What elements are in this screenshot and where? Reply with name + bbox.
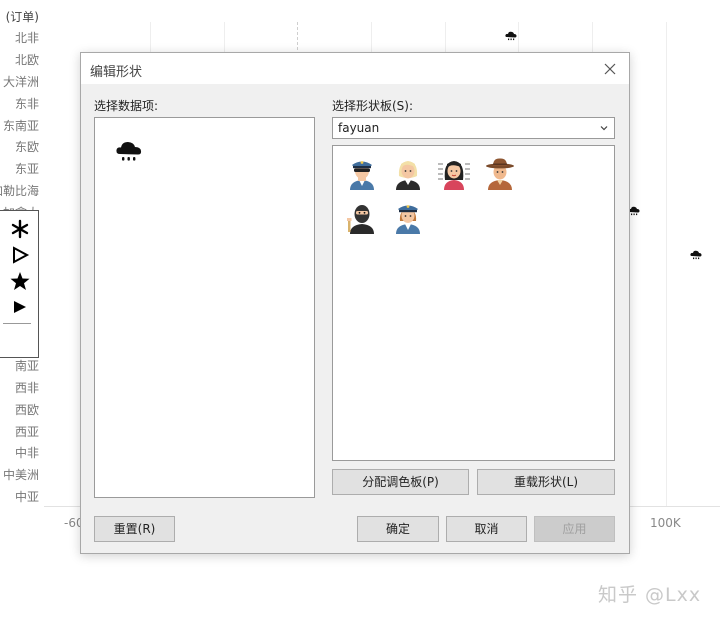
row-label: 大洋洲	[2, 75, 39, 89]
row-label: 西亚	[14, 425, 39, 439]
assign-palette-button[interactable]: 分配调色板(P)	[332, 469, 469, 495]
rain-cloud-icon	[116, 142, 142, 161]
masked-criminal-icon[interactable]	[345, 200, 379, 234]
cowboy-icon[interactable]	[483, 156, 517, 190]
row-label: 东南亚	[2, 119, 39, 133]
row-label: 中非	[14, 446, 39, 460]
row-label: 西非	[14, 381, 39, 395]
police-officer-sunglasses-icon[interactable]	[345, 156, 379, 190]
dialog-title: 编辑形状	[90, 65, 143, 80]
row-label: 加勒比海	[0, 184, 39, 198]
data-item[interactable]	[115, 140, 147, 168]
row-label: 西欧	[14, 403, 39, 417]
row-label: 东亚	[14, 162, 39, 176]
ok-button[interactable]: 确定	[357, 516, 439, 542]
reset-button[interactable]: 重置(R)	[94, 516, 175, 542]
shape-legend	[0, 210, 39, 358]
shape-palette	[332, 145, 615, 461]
watermark: 知乎 @Lxx	[598, 584, 702, 606]
row-label: 北非	[14, 31, 39, 45]
gridline	[666, 22, 667, 506]
row-header-label: (订单)	[5, 10, 39, 24]
palette-label: 选择形状板(S):	[332, 99, 414, 113]
policewoman-icon[interactable]	[391, 200, 425, 234]
asterisk-shape-icon	[11, 219, 29, 239]
cancel-button[interactable]: 取消	[446, 516, 527, 542]
triangle-right-filled-icon	[14, 301, 26, 313]
row-label: 南亚	[14, 359, 39, 373]
legend-separator	[3, 323, 31, 324]
row-label: 东欧	[14, 140, 39, 154]
apply-button: 应用	[534, 516, 615, 542]
triangle-right-outline-icon	[13, 246, 30, 264]
rain-cloud-mark	[505, 31, 517, 41]
rain-cloud-mark	[690, 250, 702, 260]
palette-select-value: fayuan	[338, 121, 380, 135]
edit-shape-dialog: 编辑形状 选择数据项: 选择形状板(S): fayuan 分配调色板(P) 重载…	[80, 52, 630, 554]
row-label: 北欧	[14, 53, 39, 67]
palette-select[interactable]: fayuan	[332, 117, 615, 139]
data-items-list[interactable]	[94, 117, 315, 498]
woman-mugshot-icon[interactable]	[437, 156, 471, 190]
x-tick-label: 100K	[650, 516, 681, 530]
row-label: 中亚	[14, 490, 39, 504]
close-icon[interactable]	[599, 58, 621, 80]
chevron-down-icon	[600, 126, 608, 131]
star-shape-icon	[10, 272, 30, 290]
row-label: 东非	[14, 97, 39, 111]
data-items-label: 选择数据项:	[94, 99, 159, 113]
row-label: 中美洲	[2, 468, 39, 482]
reload-shapes-button[interactable]: 重载形状(L)	[477, 469, 615, 495]
dialog-titlebar[interactable]: 编辑形状	[81, 53, 629, 84]
blonde-woman-icon[interactable]	[391, 156, 425, 190]
